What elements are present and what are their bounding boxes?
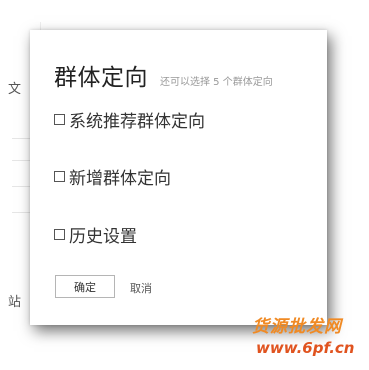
background-text-fragment: 站 bbox=[8, 295, 22, 310]
option-label: 新增群体定向 bbox=[69, 169, 171, 189]
history-settings-checkbox[interactable] bbox=[54, 229, 65, 240]
screen: 文 站 群体定向 还可以选择 5 个群体定向 系统推荐群体定向 新增群体定向 历… bbox=[0, 0, 369, 370]
confirm-button[interactable]: 确定 bbox=[55, 275, 115, 298]
background-text-fragment: 文 bbox=[8, 82, 22, 97]
cancel-link[interactable]: 取消 bbox=[130, 280, 152, 296]
system-recommended-checkbox[interactable] bbox=[54, 114, 65, 125]
option-system-recommended[interactable]: 系统推荐群体定向 bbox=[54, 107, 205, 132]
watermark-text: 货源批发网 bbox=[252, 317, 342, 337]
watermark-url: www.6pf.cn bbox=[256, 339, 355, 357]
new-group-checkbox[interactable] bbox=[54, 171, 65, 182]
dialog-header: 群体定向 还可以选择 5 个群体定向 bbox=[54, 58, 273, 92]
remaining-selection-hint: 还可以选择 5 个群体定向 bbox=[160, 77, 273, 88]
dialog-title: 群体定向 bbox=[54, 65, 148, 91]
group-targeting-dialog: 群体定向 还可以选择 5 个群体定向 系统推荐群体定向 新增群体定向 历史设置 … bbox=[30, 30, 327, 325]
site-watermark-logo: 货源批发网 www.6pf.cn bbox=[252, 312, 364, 364]
background-divider bbox=[12, 186, 32, 187]
option-label: 系统推荐群体定向 bbox=[69, 112, 205, 132]
background-divider bbox=[12, 212, 32, 213]
background-divider bbox=[12, 138, 32, 139]
option-label: 历史设置 bbox=[69, 227, 137, 247]
background-divider bbox=[12, 160, 32, 161]
option-history-settings[interactable]: 历史设置 bbox=[54, 222, 137, 247]
option-new-group[interactable]: 新增群体定向 bbox=[54, 164, 171, 189]
